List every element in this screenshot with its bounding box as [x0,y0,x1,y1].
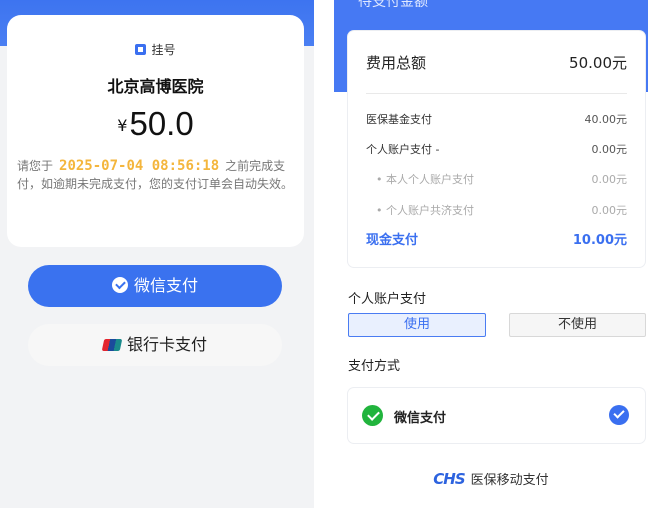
currency-symbol: ¥ [117,116,128,135]
selected-check-icon [609,405,629,425]
cash-payment-row: 现金支付 10.00元 [366,229,627,248]
payment-deadline-notice: 请您于 2025-07-04 08:56:18 之前完成支付，如逾期未完成支付，您的… [17,157,297,193]
registration-tag: 挂号 [7,41,304,58]
chs-footer-text: 医保移动支付 [470,473,549,488]
order-amount: ¥50.0 [7,105,304,143]
deadline-time: 2025-07-04 08:56:18 [59,158,220,174]
order-card: 挂号 北京高博医院 ¥50.0 请您于 2025-07-04 08:56:18 之前… [7,15,304,247]
hospital-name: 北京高博医院 [107,77,204,96]
registration-icon [135,44,147,55]
personal-account-payment-label: 个人账户支付 - [366,143,440,156]
personal-account-section-title: 个人账户支付 [348,292,427,307]
cash-payment-label: 现金支付 [366,233,419,248]
chs-footer: CHS 医保移动支付 [334,469,648,488]
fee-total-label: 费用总额 [366,53,427,72]
order-payment-panel: 挂号 北京高博医院 ¥50.0 请您于 2025-07-04 08:56:18 之前… [0,0,314,508]
shared-account-payment-label: • 个人账户共济支付 [376,204,474,217]
bank-card-pay-button[interactable]: 银行卡支付 [28,324,282,366]
use-personal-account-button[interactable]: 使用 [348,313,486,337]
personal-account-payment-value: 0.00元 [591,143,628,156]
header-title: 待支付金额 [358,0,428,10]
fund-payment-value: 40.00元 [584,113,628,126]
own-account-payment-row: • 本人个人账户支付 0.00元 [366,171,627,187]
own-account-payment-value: 0.00元 [591,173,628,186]
payment-method-section-title: 支付方式 [348,359,401,374]
own-account-payment-label: • 本人个人账户支付 [376,173,474,186]
registration-label: 挂号 [151,43,176,57]
not-use-personal-account-button[interactable]: 不使用 [509,313,646,337]
personal-account-payment-row: 个人账户支付 - 0.00元 [366,141,627,157]
wechat-icon [362,405,383,426]
wechat-pay-option[interactable]: 微信支付 [348,388,645,443]
shared-account-payment-row: • 个人账户共济支付 0.00元 [366,202,627,218]
bank-card-pay-label: 银行卡支付 [126,335,207,354]
wechat-pay-button[interactable]: 微信支付 [28,265,282,307]
wechat-pay-label: 微信支付 [133,276,198,295]
notice-prefix: 请您于 [17,159,54,173]
fund-payment-row: 医保基金支付 40.00元 [366,111,627,127]
cash-payment-value: 10.00元 [572,233,627,248]
fee-summary-card: 费用总额 50.00元 医保基金支付 40.00元 个人账户支付 - 0.00元… [348,31,645,267]
chs-logo: CHS [433,470,465,488]
fund-payment-label: 医保基金支付 [366,113,432,126]
unionpay-icon [101,339,123,351]
fee-total-row: 费用总额 50.00元 [366,51,627,73]
shared-account-payment-value: 0.00元 [591,204,628,217]
divider [366,93,627,94]
fee-total-value: 50.00元 [569,53,627,72]
wechat-pay-icon [111,277,128,293]
insurance-payment-panel: 待支付金额 费用总额 50.00元 医保基金支付 40.00元 个人账户支付 -… [334,0,648,508]
wechat-pay-option-label: 微信支付 [394,411,447,426]
amount-value: 50.0 [129,105,194,142]
